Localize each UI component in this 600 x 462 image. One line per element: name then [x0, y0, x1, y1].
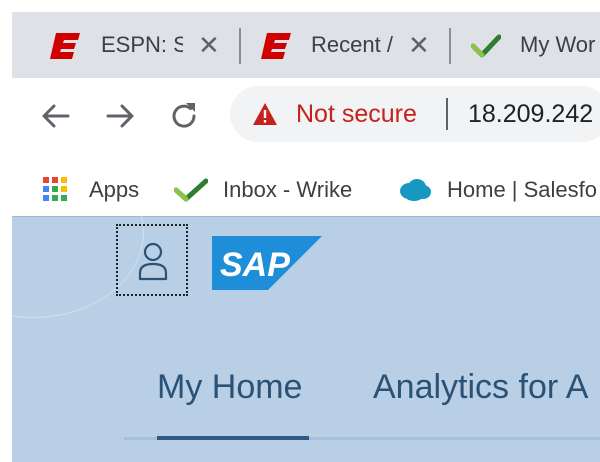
url-text[interactable]: 18.209.242 [468, 100, 593, 129]
svg-text:SAP: SAP [220, 246, 290, 284]
forward-arrow-icon[interactable] [102, 98, 138, 134]
reload-icon[interactable] [166, 98, 202, 134]
bookmark-label: Home | Salesfo [447, 177, 598, 202]
tab-recent[interactable]: Recent / ✕ [241, 12, 449, 78]
close-icon[interactable]: ✕ [408, 32, 430, 58]
warning-triangle-icon[interactable] [252, 102, 278, 126]
active-tab-indicator [157, 436, 309, 440]
tab-label: My Wor [520, 32, 596, 57]
bookmark-salesforce[interactable]: Home | Salesfo [398, 154, 600, 216]
espn-icon [50, 33, 80, 59]
address-bar[interactable]: Not secure 18.209.242 [230, 86, 600, 142]
tab-label: ESPN: S [101, 32, 183, 57]
tab-my-work[interactable]: My Wor [451, 12, 600, 78]
wrike-check-icon [471, 34, 501, 58]
user-profile-button[interactable] [116, 224, 188, 296]
browser-toolbar: Not secure 18.209.242 [12, 78, 600, 154]
tab-label: Recent / [311, 32, 393, 57]
bookmark-label: Apps [89, 177, 140, 202]
tab-strip: ESPN: S ✕ Recent / ✕ My Wor [12, 12, 600, 78]
wrike-check-icon [174, 178, 208, 202]
tab-espn[interactable]: ESPN: S ✕ [12, 12, 240, 78]
sap-logo: SAP [212, 236, 322, 290]
nav-tab-my-home[interactable]: My Home [157, 368, 302, 407]
bookmark-apps[interactable]: Apps [42, 154, 162, 216]
salesforce-cloud-icon [400, 179, 431, 201]
espn-icon [261, 33, 291, 59]
omnibox-divider [446, 98, 448, 130]
apps-grid-icon [43, 177, 67, 201]
person-icon [138, 242, 168, 281]
close-icon[interactable]: ✕ [198, 32, 220, 58]
bookmark-inbox-wrike[interactable]: Inbox - Wrike [174, 154, 374, 216]
back-arrow-icon[interactable] [38, 98, 74, 134]
not-secure-label[interactable]: Not secure [296, 100, 417, 129]
browser-window: ESPN: S ✕ Recent / ✕ My Wor Not secure 1… [12, 12, 600, 462]
nav-tab-analytics[interactable]: Analytics for A [373, 368, 588, 407]
sap-shell: SAP My Home Analytics for A [12, 216, 600, 462]
bookmarks-bar: Apps Inbox - Wrike Home | Salesfo [12, 154, 600, 216]
bookmark-label: Inbox - Wrike [223, 177, 353, 202]
